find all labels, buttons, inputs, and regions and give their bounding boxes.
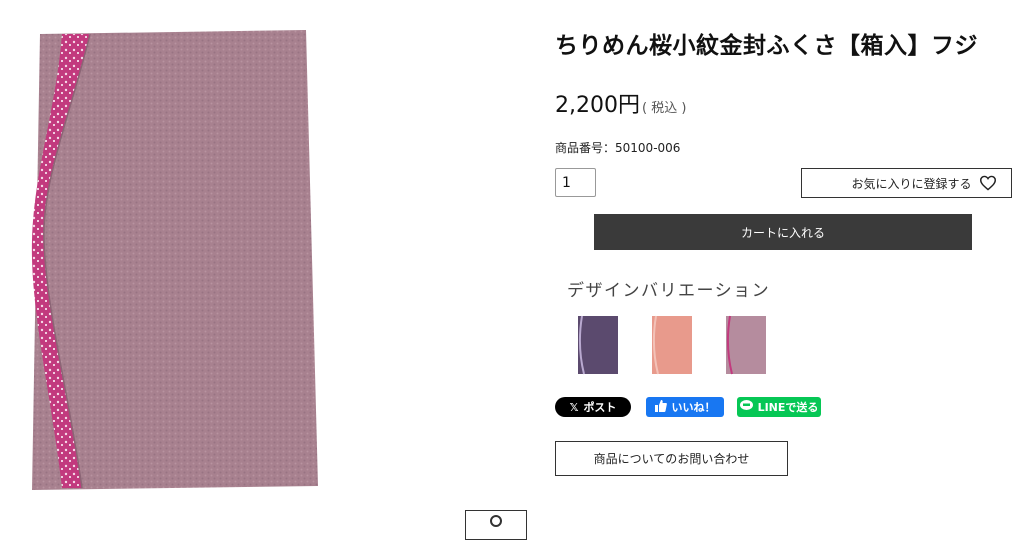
price-value: 2,200円	[555, 93, 640, 118]
variation-swatch-fuji[interactable]	[724, 314, 768, 376]
x-post-label: ポスト	[583, 401, 617, 414]
heart-icon	[979, 175, 997, 191]
facebook-like-label: いいね！	[671, 401, 716, 414]
facebook-like-button[interactable]: いいね！	[646, 397, 724, 417]
quantity-input[interactable]	[555, 168, 596, 197]
product-sku: 商品番号：50100-006	[555, 139, 680, 156]
tax-label: ( 税込 )	[641, 101, 687, 116]
x-logo-icon: 𝕏	[569, 400, 579, 414]
add-to-cart-button[interactable]: カートに入れる	[594, 214, 972, 250]
magnifier-icon	[490, 515, 502, 527]
sku-value: 50100-006	[615, 141, 681, 155]
add-to-favorites-button[interactable]: お気に入りに登録する	[801, 168, 1012, 198]
line-bubble-icon	[739, 400, 753, 414]
line-send-label: LINEで送る	[757, 401, 819, 414]
favorites-label: お気に入りに登録する	[851, 176, 972, 191]
design-variation-title: デザインバリエーション	[567, 281, 771, 301]
variation-swatch-salmon[interactable]	[650, 314, 694, 376]
product-price: 2,200円( 税込 )	[555, 87, 686, 119]
zoom-button[interactable]	[465, 510, 527, 540]
thumbs-up-icon	[654, 399, 667, 415]
product-image	[0, 0, 520, 524]
x-post-button[interactable]: 𝕏 ポスト	[555, 397, 631, 417]
sku-label: 商品番号：	[555, 141, 616, 155]
variation-swatch-purple[interactable]	[576, 314, 620, 376]
line-send-button[interactable]: LINEで送る	[737, 397, 821, 417]
product-title: ちりめん桜小紋金封ふくさ【箱入】フジ	[555, 33, 978, 59]
product-inquiry-button[interactable]: 商品についてのお問い合わせ	[555, 441, 788, 476]
